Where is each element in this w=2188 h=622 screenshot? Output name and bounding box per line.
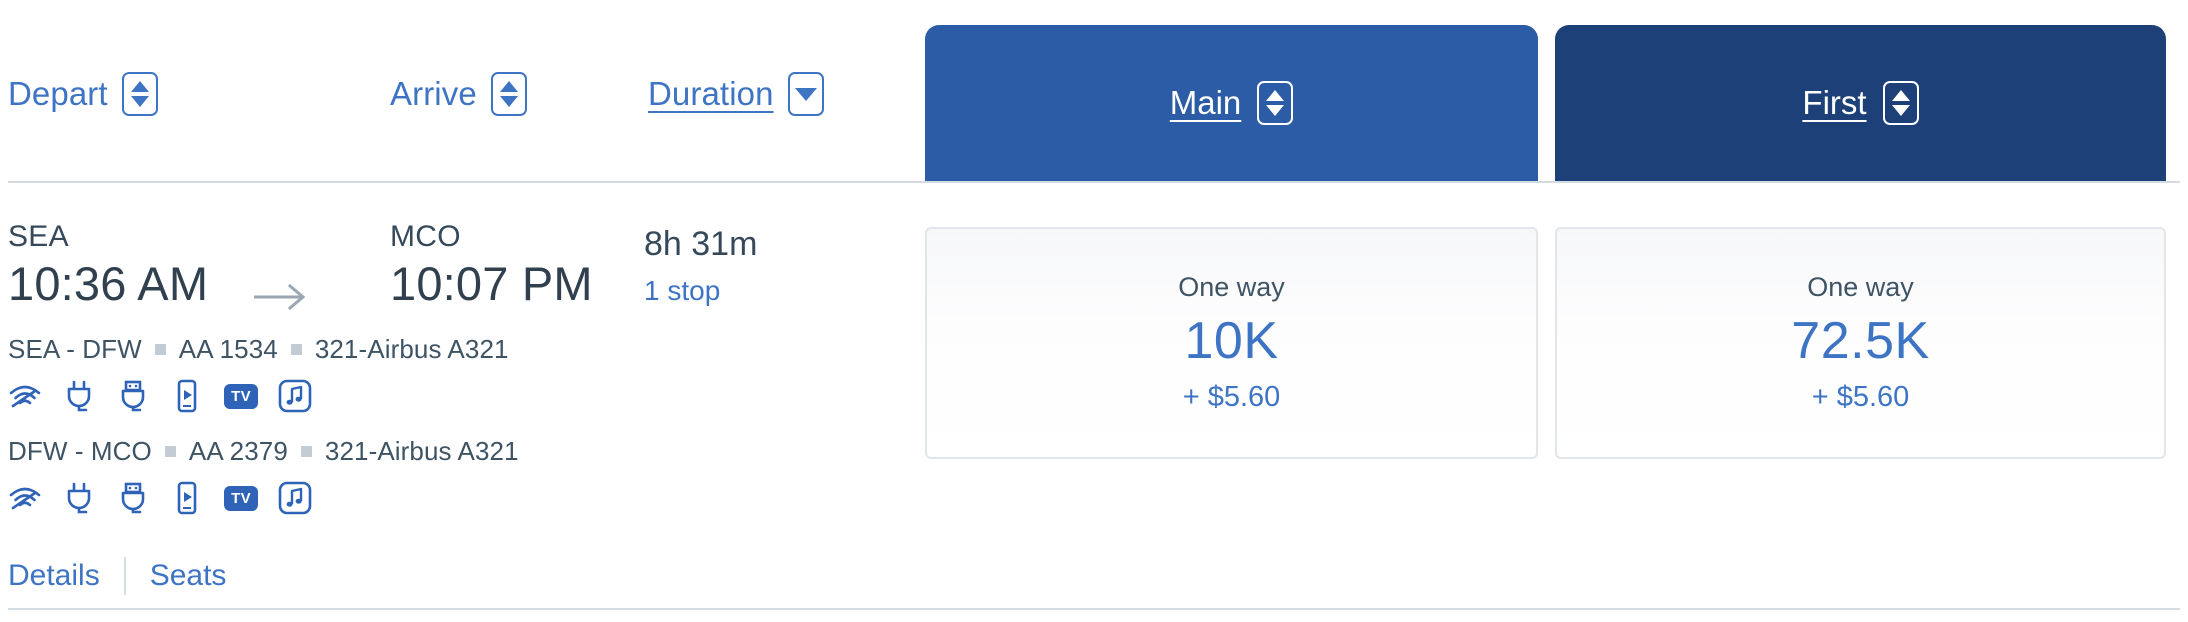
- fare-miles-amount: 10K: [1184, 312, 1279, 371]
- segment-item: DFW - MCO AA 2379 321-Airbus A321 TV: [8, 436, 908, 516]
- segment-info-line: SEA - DFW AA 1534 321-Airbus A321: [8, 334, 908, 365]
- triangle-up-icon: [1266, 90, 1285, 101]
- triangle-down-icon: [794, 87, 817, 101]
- cabin-tab-first[interactable]: First: [1555, 25, 2166, 181]
- segment-item: SEA - DFW AA 1534 321-Airbus A321 TV: [8, 334, 908, 414]
- details-link[interactable]: Details: [8, 559, 100, 593]
- separator-dot-icon: [164, 446, 176, 457]
- origin-departure-time: 10:36 AM: [8, 256, 209, 310]
- tv-icon[interactable]: TV: [224, 481, 258, 515]
- sort-updown-icon[interactable]: [490, 72, 527, 116]
- footer-links: Details Seats: [8, 555, 226, 597]
- segment-route: DFW - MCO: [8, 436, 152, 466]
- cabin-tab-label-main: Main: [1169, 84, 1242, 121]
- sort-control-arrive[interactable]: Arrive: [390, 72, 527, 116]
- seats-link[interactable]: Seats: [150, 559, 227, 593]
- destination-block: MCO 10:07 PM: [390, 220, 593, 313]
- tv-icon[interactable]: TV: [224, 379, 258, 413]
- triangle-up-icon: [499, 81, 518, 92]
- wifi-icon[interactable]: [8, 481, 42, 515]
- amenity-list: TV: [8, 480, 908, 516]
- arrow-right-icon: [254, 283, 306, 311]
- sort-down-icon[interactable]: [787, 72, 824, 116]
- triangle-down-icon: [1266, 105, 1285, 116]
- streaming-device-icon[interactable]: [170, 481, 204, 515]
- cabin-tab-main[interactable]: Main: [925, 25, 1538, 181]
- separator-dot-icon: [154, 344, 166, 355]
- sort-updown-icon[interactable]: [1882, 81, 1919, 125]
- destination-airport-code: MCO: [390, 220, 461, 253]
- link-divider: [123, 557, 126, 595]
- segment-flight-number: AA 2379: [188, 436, 288, 466]
- sort-label-duration: Duration: [648, 75, 774, 112]
- triangle-down-icon: [130, 96, 149, 107]
- triangle-down-icon: [1891, 105, 1910, 116]
- sort-control-depart[interactable]: Depart: [8, 72, 158, 116]
- flight-result-row: Depart Arrive Duration Main First SEA 10…: [0, 0, 2188, 622]
- origin-airport-code: SEA: [8, 220, 69, 253]
- tv-badge-label: TV: [224, 485, 258, 511]
- sort-updown-icon[interactable]: [121, 72, 158, 116]
- fare-tax-amount: + $5.60: [1811, 381, 1910, 414]
- amenity-list: TV: [8, 378, 908, 414]
- sort-label-arrive: Arrive: [390, 75, 477, 112]
- stops-link[interactable]: 1 stop: [644, 270, 757, 312]
- usb-port-icon[interactable]: [116, 379, 150, 413]
- separator-dot-icon: [300, 446, 312, 457]
- segment-route: SEA - DFW: [8, 334, 142, 364]
- row-bottom-divider: [8, 608, 2180, 610]
- sort-label-depart: Depart: [8, 75, 108, 112]
- separator-dot-icon: [290, 344, 302, 355]
- fare-trip-type: One way: [1807, 271, 1914, 302]
- usb-port-icon[interactable]: [116, 481, 150, 515]
- duration-block: 8h 31m 1 stop: [644, 222, 757, 312]
- sort-updown-icon[interactable]: [1257, 81, 1294, 125]
- music-icon[interactable]: [278, 481, 312, 515]
- segment-flight-number: AA 1534: [178, 334, 278, 364]
- origin-block: SEA 10:36 AM: [8, 220, 208, 313]
- triangle-down-icon: [499, 96, 518, 107]
- fare-tax-amount: + $5.60: [1182, 381, 1281, 414]
- fare-card-main[interactable]: One way 10K + $5.60: [925, 227, 1538, 459]
- power-outlet-icon[interactable]: [62, 379, 96, 413]
- fare-trip-type: One way: [1178, 271, 1285, 302]
- segment-aircraft: 321-Airbus A321: [314, 334, 509, 364]
- sort-control-duration[interactable]: Duration: [648, 72, 824, 116]
- flight-summary: SEA 10:36 AM MCO 10:07 PM 8h 31m 1 stop …: [0, 200, 925, 600]
- power-outlet-icon[interactable]: [62, 481, 96, 515]
- triangle-up-icon: [130, 81, 149, 92]
- sort-bar: Depart Arrive Duration Main First: [0, 0, 2188, 181]
- flight-duration: 8h 31m: [644, 225, 758, 263]
- header-divider: [8, 181, 2180, 183]
- tv-badge-label: TV: [224, 383, 258, 409]
- triangle-up-icon: [1891, 90, 1910, 101]
- segment-info-line: DFW - MCO AA 2379 321-Airbus A321: [8, 436, 908, 467]
- segment-aircraft: 321-Airbus A321: [324, 436, 519, 466]
- fare-card-first[interactable]: One way 72.5K + $5.60: [1555, 227, 2166, 459]
- wifi-icon[interactable]: [8, 379, 42, 413]
- cabin-tab-label-first: First: [1802, 84, 1867, 121]
- streaming-device-icon[interactable]: [170, 379, 204, 413]
- segment-list: SEA - DFW AA 1534 321-Airbus A321 TV DFW…: [8, 334, 908, 524]
- destination-arrival-time: 10:07 PM: [390, 256, 593, 310]
- fare-miles-amount: 72.5K: [1791, 312, 1930, 371]
- music-icon[interactable]: [278, 379, 312, 413]
